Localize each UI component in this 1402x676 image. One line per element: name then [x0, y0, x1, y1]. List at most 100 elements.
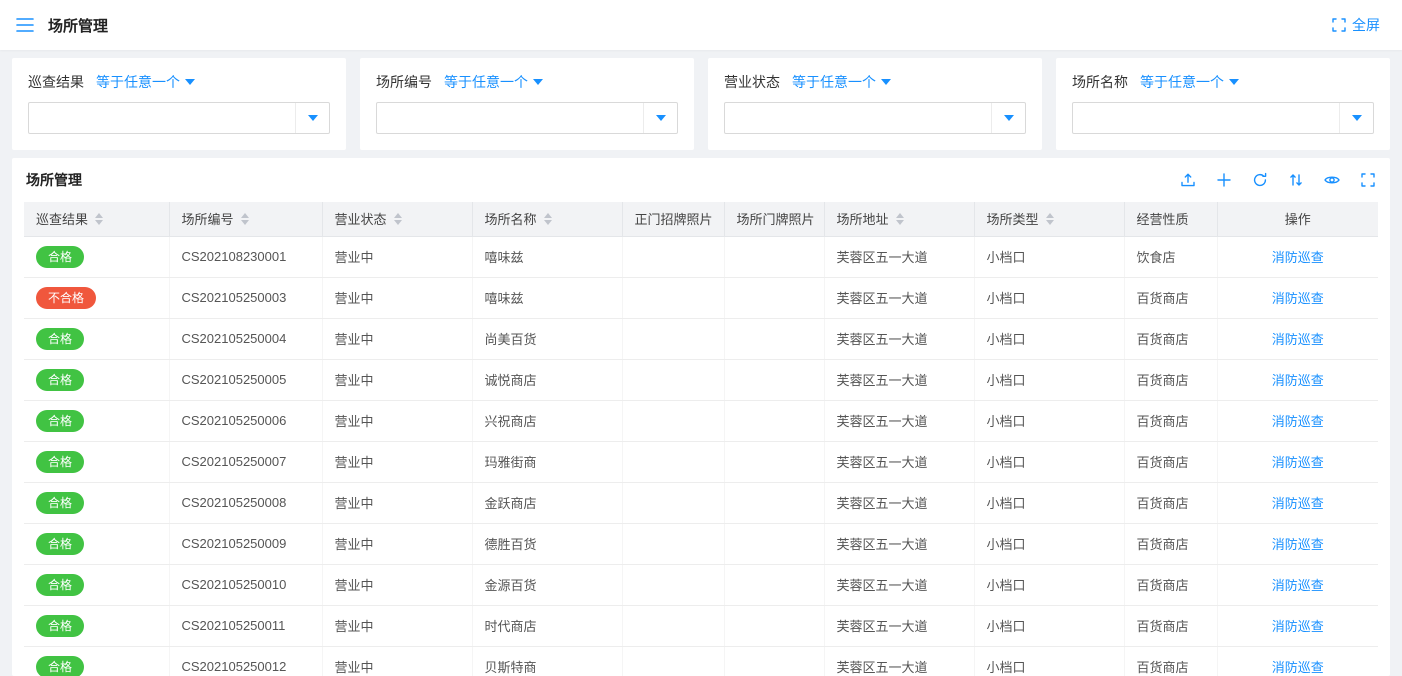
- chevron-down-icon: [1352, 115, 1362, 121]
- column-header[interactable]: 场所地址: [824, 202, 974, 236]
- status-badge: 合格: [36, 451, 84, 473]
- table-row: 合格CS202105250012营业中贝斯特商芙蓉区五一大道小档口百货商店消防巡…: [24, 646, 1378, 676]
- visibility-icon[interactable]: [1324, 172, 1340, 188]
- business-nature-cell: 百货商店: [1124, 400, 1217, 441]
- table-row: 合格CS202105250007营业中玛雅街商芙蓉区五一大道小档口百货商店消防巡…: [24, 441, 1378, 482]
- sort-carets-icon[interactable]: [1046, 213, 1054, 225]
- column-header-label: 经营性质: [1137, 209, 1189, 228]
- front-sign-photo-cell: [622, 523, 724, 564]
- business-nature-cell: 百货商店: [1124, 482, 1217, 523]
- front-sign-photo-cell: [622, 605, 724, 646]
- select-dropdown-button[interactable]: [991, 103, 1025, 133]
- venue-address-cell: 芙蓉区五一大道: [824, 359, 974, 400]
- fire-inspection-link[interactable]: 消防巡查: [1272, 250, 1324, 265]
- filter-select-input[interactable]: [1073, 103, 1339, 133]
- business-nature-cell: 饮食店: [1124, 236, 1217, 277]
- venue-name-cell: 玛雅街商: [472, 441, 622, 482]
- venue-type-cell: 小档口: [974, 236, 1124, 277]
- sort-carets-icon[interactable]: [241, 213, 249, 225]
- sort-carets-icon[interactable]: [394, 213, 402, 225]
- fire-inspection-link[interactable]: 消防巡查: [1272, 496, 1324, 511]
- action-cell: 消防巡查: [1217, 564, 1378, 605]
- column-header-label: 操作: [1285, 209, 1311, 228]
- fire-inspection-link[interactable]: 消防巡查: [1272, 660, 1324, 675]
- column-header: 场所门牌照片: [724, 202, 824, 236]
- page-title: 场所管理: [48, 15, 108, 36]
- table-header-row: 巡查结果场所编号营业状态场所名称正门招牌照片场所门牌照片场所地址场所类型经营性质…: [24, 202, 1378, 236]
- action-cell: 消防巡查: [1217, 523, 1378, 564]
- filter-operator-dropdown[interactable]: 等于任意一个: [1140, 72, 1239, 92]
- venue-code-cell: CS202105250009: [169, 523, 322, 564]
- select-dropdown-button[interactable]: [295, 103, 329, 133]
- menu-toggle-icon[interactable]: [16, 18, 34, 32]
- filter-select: [1072, 102, 1374, 134]
- front-sign-photo-cell: [622, 482, 724, 523]
- filter-label: 场所名称: [1072, 72, 1128, 92]
- sort-carets-icon[interactable]: [896, 213, 904, 225]
- filter-operator-label: 等于任意一个: [792, 72, 876, 92]
- column-header-label: 正门招牌照片: [635, 209, 713, 228]
- venue-code-cell: CS202105250006: [169, 400, 322, 441]
- fire-inspection-link[interactable]: 消防巡查: [1272, 578, 1324, 593]
- filter-operator-dropdown[interactable]: 等于任意一个: [792, 72, 891, 92]
- filter-operator-dropdown[interactable]: 等于任意一个: [96, 72, 195, 92]
- venue-code-cell: CS202105250011: [169, 605, 322, 646]
- business-nature-cell: 百货商店: [1124, 277, 1217, 318]
- business-nature-cell: 百货商店: [1124, 441, 1217, 482]
- chevron-down-icon: [533, 79, 543, 85]
- column-header: 操作: [1217, 202, 1378, 236]
- fire-inspection-link[interactable]: 消防巡查: [1272, 332, 1324, 347]
- column-header[interactable]: 营业状态: [322, 202, 472, 236]
- fire-inspection-link[interactable]: 消防巡查: [1272, 414, 1324, 429]
- column-header[interactable]: 场所类型: [974, 202, 1124, 236]
- table-row: 合格CS202105250005营业中诚悦商店芙蓉区五一大道小档口百货商店消防巡…: [24, 359, 1378, 400]
- inspection-result-cell: 合格: [24, 646, 169, 676]
- status-badge: 合格: [36, 246, 84, 268]
- add-icon[interactable]: [1216, 172, 1232, 188]
- venue-type-cell: 小档口: [974, 318, 1124, 359]
- fire-inspection-link[interactable]: 消防巡查: [1272, 537, 1324, 552]
- venue-name-cell: 贝斯特商: [472, 646, 622, 676]
- table-row: 合格CS202108230001营业中嘻味兹芙蓉区五一大道小档口饮食店消防巡查: [24, 236, 1378, 277]
- sort-carets-icon[interactable]: [95, 213, 103, 225]
- business-status-cell: 营业中: [322, 441, 472, 482]
- filter-select: [28, 102, 330, 134]
- table-body: 合格CS202108230001营业中嘻味兹芙蓉区五一大道小档口饮食店消防巡查不…: [24, 236, 1378, 676]
- column-header[interactable]: 场所编号: [169, 202, 322, 236]
- filter-label: 营业状态: [724, 72, 780, 92]
- inspection-result-cell: 合格: [24, 605, 169, 646]
- filter-select-input[interactable]: [725, 103, 991, 133]
- venue-code-cell: CS202105250008: [169, 482, 322, 523]
- business-status-cell: 营业中: [322, 318, 472, 359]
- column-header[interactable]: 巡查结果: [24, 202, 169, 236]
- inspection-result-cell: 不合格: [24, 277, 169, 318]
- fire-inspection-link[interactable]: 消防巡查: [1272, 373, 1324, 388]
- door-plate-photo-cell: [724, 482, 824, 523]
- select-dropdown-button[interactable]: [643, 103, 677, 133]
- chevron-down-icon: [185, 79, 195, 85]
- front-sign-photo-cell: [622, 277, 724, 318]
- column-header[interactable]: 场所名称: [472, 202, 622, 236]
- sort-carets-icon[interactable]: [544, 213, 552, 225]
- fullscreen-button[interactable]: 全屏: [1332, 15, 1380, 35]
- filter-operator-dropdown[interactable]: 等于任意一个: [444, 72, 543, 92]
- export-icon[interactable]: [1180, 172, 1196, 188]
- sort-icon[interactable]: [1288, 172, 1304, 188]
- venue-address-cell: 芙蓉区五一大道: [824, 400, 974, 441]
- filter-select-input[interactable]: [29, 103, 295, 133]
- door-plate-photo-cell: [724, 318, 824, 359]
- venue-type-cell: 小档口: [974, 605, 1124, 646]
- fire-inspection-link[interactable]: 消防巡查: [1272, 619, 1324, 634]
- select-dropdown-button[interactable]: [1339, 103, 1373, 133]
- business-nature-cell: 百货商店: [1124, 359, 1217, 400]
- fullscreen-icon[interactable]: [1360, 172, 1376, 188]
- fire-inspection-link[interactable]: 消防巡查: [1272, 291, 1324, 306]
- filter-select-input[interactable]: [377, 103, 643, 133]
- front-sign-photo-cell: [622, 236, 724, 277]
- status-badge: 合格: [36, 615, 84, 637]
- fire-inspection-link[interactable]: 消防巡查: [1272, 455, 1324, 470]
- status-badge: 合格: [36, 410, 84, 432]
- venue-type-cell: 小档口: [974, 277, 1124, 318]
- business-nature-cell: 百货商店: [1124, 523, 1217, 564]
- refresh-icon[interactable]: [1252, 172, 1268, 188]
